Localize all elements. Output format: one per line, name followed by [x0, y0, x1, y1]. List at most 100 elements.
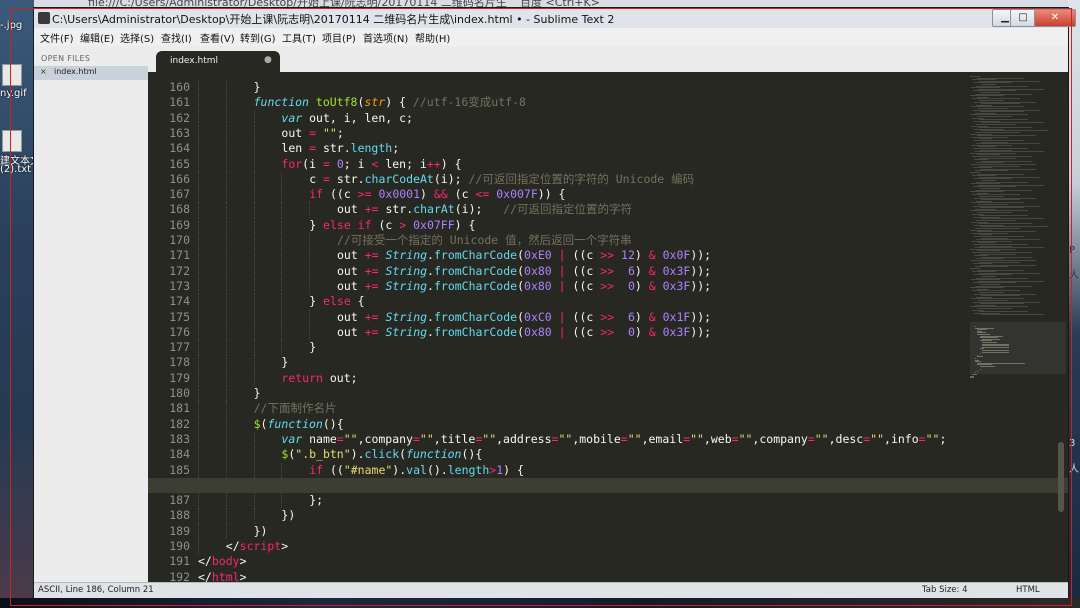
- code-line[interactable]: //可接受一个指定的 Unicode 值，然后返回一个字符串: [337, 233, 632, 248]
- menu-edit[interactable]: 编辑(E): [80, 30, 114, 45]
- close-file-icon[interactable]: ×: [40, 67, 47, 76]
- menu-preferences[interactable]: 首选项(N): [363, 30, 408, 45]
- code-token: ));: [690, 248, 712, 263]
- desktop-file-icon[interactable]: [2, 130, 22, 152]
- browser-address-text[interactable]: file:///C:/Users/Administrator/Desktop/开…: [88, 0, 507, 8]
- indent-guide: [198, 370, 199, 386]
- code-token: if: [309, 187, 324, 202]
- code-line[interactable]: }): [281, 508, 295, 523]
- code-line[interactable]: }: [309, 340, 316, 355]
- code-line[interactable]: if (("#name").val().length>1) {: [309, 463, 524, 478]
- desktop-icon-jpg[interactable]: -.jpg: [0, 20, 34, 31]
- line-number: 174: [169, 294, 190, 309]
- code-line[interactable]: var name="",company="",title="",address=…: [281, 432, 946, 447]
- code-token: ): [634, 324, 649, 339]
- sidebar: OPEN FILES × index.html: [34, 46, 148, 582]
- code-line[interactable]: };: [309, 493, 323, 508]
- code-token: &: [648, 248, 656, 263]
- code-token: ((c: [565, 248, 601, 263]
- menu-selection[interactable]: 选择(S): [120, 30, 154, 45]
- code-token: //utf-16变成utf-8: [412, 95, 526, 110]
- code-token: 0x80: [524, 263, 552, 278]
- code-token: ) {: [385, 95, 413, 110]
- desktop-icon-txt-ext[interactable]: (2).txt: [0, 164, 34, 175]
- menu-help[interactable]: 帮助(H): [415, 30, 450, 45]
- indent-guide: [225, 324, 227, 341]
- code-token: "": [690, 431, 704, 446]
- code-line[interactable]: </script>: [226, 539, 288, 554]
- background-text: 人: [1069, 464, 1079, 475]
- code-line[interactable]: if ((c >= 0x0001) && (c <= 0x007F)) {: [309, 187, 565, 202]
- code-line[interactable]: $(function(){: [254, 417, 344, 432]
- menu-project[interactable]: 项目(P): [322, 30, 356, 45]
- code-line[interactable]: //下面制作名片: [254, 401, 337, 416]
- indent-guide: [253, 263, 255, 279]
- code-editor[interactable]: 160 161 162 163 164 165 166 167 168 169 170 171 172 1…: [148, 72, 1068, 582]
- desktop-icon-gif[interactable]: ny.gif: [0, 88, 34, 99]
- indent-guide: [225, 416, 227, 432]
- code-line[interactable]: </body>: [198, 554, 247, 569]
- menu-find[interactable]: 查找(I): [161, 30, 192, 45]
- code-token: (: [517, 324, 525, 339]
- code-line[interactable]: return out;: [281, 371, 357, 386]
- code-line[interactable]: } else if (c > 0x07FF) {: [309, 218, 475, 233]
- code-token: (i: [302, 156, 323, 171]
- code-token: =: [731, 431, 739, 446]
- code-line[interactable]: for(i = 0; i < len; i++) {: [281, 157, 461, 172]
- code-line[interactable]: out += String.fromCharCode(0xE0 | ((c >>…: [337, 248, 711, 263]
- code-line[interactable]: out += str.charAt(i); //可返回指定位置的字符: [337, 202, 632, 217]
- code-line[interactable]: }: [254, 80, 261, 95]
- indent-guide: [198, 187, 199, 203]
- tab-index-html[interactable]: index.html ●: [156, 51, 280, 72]
- unsaved-dot-icon[interactable]: ●: [264, 55, 272, 65]
- code-line[interactable]: out += String.fromCharCode(0xC0 | ((c >>…: [337, 310, 711, 325]
- menu-tools[interactable]: 工具(T): [282, 30, 316, 45]
- code-token: out: [337, 324, 365, 339]
- window-title: C:\Users\Administrator\Desktop\开始上课\阮志明\…: [52, 13, 615, 26]
- code-token: >>: [600, 278, 615, 293]
- code-line[interactable]: len = str.length;: [281, 141, 399, 156]
- indent-guide: [198, 278, 199, 295]
- status-tab-size[interactable]: Tab Size: 4: [922, 585, 968, 595]
- status-bar: ASCII, Line 186, Column 21 Tab Size: 4 H…: [34, 582, 1068, 599]
- code-line[interactable]: }: [254, 386, 261, 401]
- indent-guide: [281, 263, 283, 279]
- browser-search-hint[interactable]: 百度 <Ctrl+K>: [520, 0, 600, 8]
- code-token: (){: [322, 416, 344, 431]
- sidebar-open-file[interactable]: × index.html: [34, 66, 148, 80]
- code-line[interactable]: out = "";: [281, 126, 343, 141]
- code-line[interactable]: function toUtf8(str) { //utf-16变成utf-8: [254, 95, 526, 110]
- desktop-file-icon[interactable]: [2, 64, 22, 86]
- code-token: +=: [364, 248, 379, 263]
- vertical-scrollbar[interactable]: [1058, 442, 1064, 512]
- maximize-button[interactable]: □: [1010, 9, 1036, 27]
- code-token: |: [558, 278, 566, 293]
- code-token: 0: [336, 156, 344, 171]
- title-bar[interactable]: C:\Users\Administrator\Desktop\开始上课\阮志明\…: [34, 8, 1076, 29]
- indent-guide: [253, 171, 255, 188]
- code-line[interactable]: c = str.charCodeAt(i); //可返回指定位置的字符的 Uni…: [309, 172, 694, 187]
- code-token: <=: [475, 187, 490, 202]
- code-line[interactable]: </html>: [198, 570, 247, 582]
- code-token: ));: [690, 263, 712, 278]
- code-token: ,title: [433, 431, 476, 446]
- code-line[interactable]: out += String.fromCharCode(0x80 | ((c >>…: [337, 264, 711, 279]
- status-syntax[interactable]: HTML: [1016, 585, 1040, 595]
- menu-file[interactable]: 文件(F): [40, 30, 74, 45]
- code-line[interactable]: $(".b_btn").click(function(){: [281, 447, 482, 462]
- code-token: ): [634, 248, 649, 263]
- minimap-viewport[interactable]: [970, 322, 1066, 374]
- code-line[interactable]: }: [281, 355, 288, 370]
- code-line[interactable]: out += String.fromCharCode(0x80 | ((c >>…: [337, 325, 711, 340]
- code-token: >>: [600, 263, 615, 278]
- menu-goto[interactable]: 转到(G): [240, 30, 276, 45]
- code-line[interactable]: } else {: [309, 294, 364, 309]
- code-line[interactable]: var out, i, len, c;: [281, 111, 413, 126]
- close-button[interactable]: ✕: [1034, 9, 1076, 27]
- code-token: ++: [426, 156, 441, 171]
- sublime-window: C:\Users\Administrator\Desktop\开始上课\阮志明\…: [34, 8, 1076, 599]
- code-line[interactable]: out += String.fromCharCode(0x80 | ((c >>…: [337, 279, 711, 294]
- code-line[interactable]: }): [254, 524, 268, 539]
- menu-view[interactable]: 查看(V): [200, 30, 235, 45]
